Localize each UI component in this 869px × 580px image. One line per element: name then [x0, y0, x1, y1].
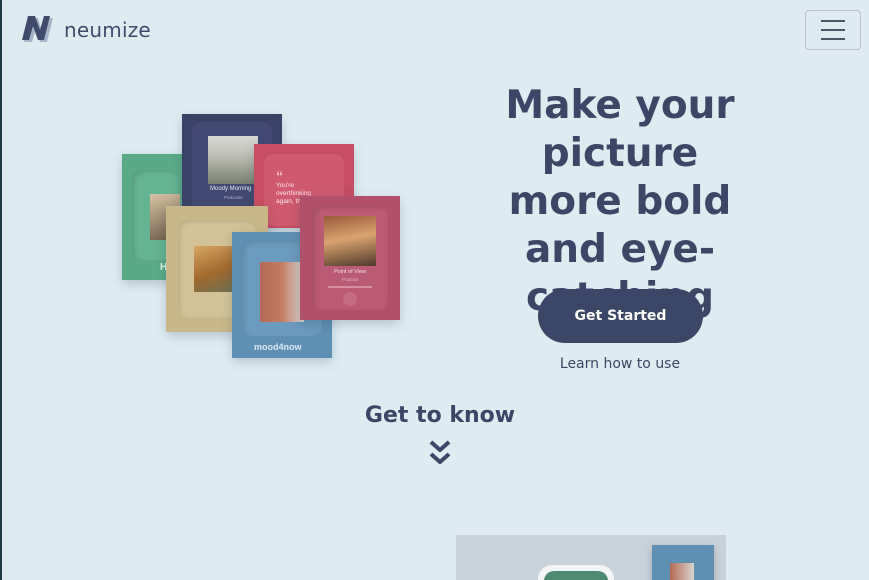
chevron-double-down-icon[interactable] — [428, 439, 452, 467]
feature-preview-image — [456, 535, 726, 580]
card-label: mood4now — [254, 342, 302, 352]
card-title: Moody Morning — [210, 186, 252, 192]
learn-how-link[interactable]: Learn how to use — [520, 356, 720, 372]
card-photo — [324, 216, 376, 266]
card-subtitle: Podcast — [342, 277, 359, 282]
card-pink: Point of View Podcast — [300, 196, 400, 320]
hero-cards-illustration: H Moody Morning Podcasts “ You're overth… — [120, 112, 402, 362]
get-started-button[interactable]: Get Started — [538, 289, 703, 343]
section-title: Get to know — [364, 403, 516, 428]
play-button-icon — [343, 292, 357, 306]
card-subtitle: Podcasts — [224, 195, 243, 200]
card-photo — [208, 136, 258, 184]
hero-headline: Make your picture more bold and eye-catc… — [505, 83, 735, 320]
navbar: neumize — [2, 0, 869, 60]
hamburger-icon — [821, 20, 845, 22]
card-title: Point of View — [334, 269, 367, 275]
brand-link[interactable]: neumize — [20, 14, 151, 46]
card-photo — [260, 262, 304, 322]
progress-bar — [328, 286, 372, 288]
card-photo — [194, 246, 234, 292]
menu-toggle-button[interactable] — [805, 10, 861, 50]
brand-name: neumize — [64, 18, 151, 42]
n-logo-icon — [22, 16, 53, 42]
